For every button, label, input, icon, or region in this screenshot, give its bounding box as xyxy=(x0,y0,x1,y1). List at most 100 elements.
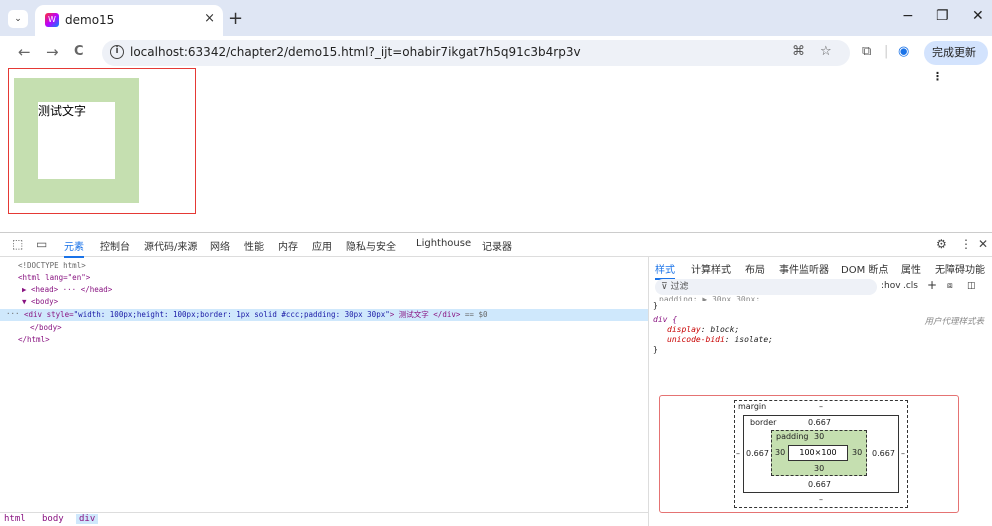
back-button[interactable]: ← xyxy=(18,43,31,61)
styles-tab-layout[interactable]: 布局 xyxy=(745,261,765,276)
styles-tab-dom-breakpoints[interactable]: DOM 断点 xyxy=(841,261,888,276)
partial-rule-close: } xyxy=(653,301,658,310)
devtools-menu-icon[interactable]: ⋮ xyxy=(960,237,972,251)
devtools-panel: ⬚ ▭ 元素 控制台 源代码/来源 网络 性能 内存 应用 隐私与安全 Ligh… xyxy=(0,232,992,526)
styles-pane: 样式 计算样式 布局 事件监听器 DOM 断点 属性 无障碍功能 ⊽ 过滤 :h… xyxy=(648,257,992,526)
devtools-tab-application[interactable]: 应用 xyxy=(312,238,332,253)
cls-toggle[interactable]: .cls xyxy=(903,281,918,291)
device-toolbar-icon[interactable]: ▭ xyxy=(36,237,47,251)
decl-prop-unicode-bidi: unicode-bidi xyxy=(667,335,725,344)
tab-search-dropdown[interactable]: ⌄ xyxy=(8,10,28,28)
breadcrumb: html body div xyxy=(0,512,648,526)
devtools-close-icon[interactable]: ✕ xyxy=(978,237,988,251)
demo-text: 测试文字 xyxy=(38,104,87,118)
rule-close: } xyxy=(653,345,658,354)
rule-declaration[interactable]: unicode-bidi: isolate; xyxy=(667,335,773,344)
tab-title: demo15 xyxy=(65,13,115,27)
breadcrumb-div[interactable]: div xyxy=(76,514,99,524)
element-state-icon[interactable]: ⧈ xyxy=(947,281,953,291)
styles-tab-styles[interactable]: 样式 xyxy=(655,261,675,280)
padding-left[interactable]: 30 xyxy=(775,448,785,457)
dom-html-open[interactable]: <html lang="en"> xyxy=(18,273,90,282)
margin-left[interactable]: – xyxy=(736,449,740,458)
styles-tabs: 样式 计算样式 布局 事件监听器 DOM 断点 属性 无障碍功能 xyxy=(649,257,992,280)
devtools-tab-lighthouse[interactable]: Lighthouse xyxy=(416,238,471,249)
devtools-tab-memory[interactable]: 内存 xyxy=(278,238,298,253)
border-left[interactable]: 0.667 xyxy=(746,449,769,458)
padding-top[interactable]: 30 xyxy=(814,432,824,441)
new-tab-button[interactable]: + xyxy=(228,8,243,29)
margin-label: margin xyxy=(738,402,767,411)
demo-div-padding: 测试文字 xyxy=(14,78,139,203)
devtools-tab-recorder[interactable]: 记录器 xyxy=(482,238,512,253)
devtools-tab-network[interactable]: 网络 xyxy=(210,238,230,253)
padding-bottom[interactable]: 30 xyxy=(814,464,824,473)
reload-button[interactable]: C xyxy=(74,44,84,59)
margin-top[interactable]: – xyxy=(819,402,823,411)
devtools-tab-console[interactable]: 控制台 xyxy=(100,238,130,253)
styles-tab-event-listeners[interactable]: 事件监听器 xyxy=(779,261,829,276)
update-label: 完成更新 xyxy=(932,46,976,59)
translate-icon[interactable]: ⌘ xyxy=(792,44,805,59)
bookmark-star-icon[interactable]: ☆ xyxy=(820,44,832,59)
devtools-tab-performance[interactable]: 性能 xyxy=(244,238,264,253)
demo-div-content: 测试文字 xyxy=(38,102,115,179)
update-button[interactable]: 完成更新 ⋮ xyxy=(924,41,988,83)
styles-tab-computed[interactable]: 计算样式 xyxy=(691,261,731,276)
dom-body-open[interactable]: ▼ <body> xyxy=(22,297,58,306)
new-style-rule-button[interactable]: + xyxy=(927,278,937,292)
decl-value-display: block; xyxy=(710,325,740,334)
webstorm-favicon-icon: W xyxy=(45,13,59,27)
restore-button[interactable]: ❐ xyxy=(936,8,949,24)
border-label: border xyxy=(750,418,777,427)
border-top[interactable]: 0.667 xyxy=(808,418,831,427)
settings-gear-icon[interactable]: ⚙ xyxy=(936,237,947,251)
partial-rule-line: padding: ▶ 30px 30px; xyxy=(659,295,761,301)
devtools-tab-privacy[interactable]: 隐私与安全 xyxy=(346,238,396,253)
tab-bar: ⌄ W demo15 × + − ❐ ✕ xyxy=(0,0,992,36)
styles-filter-input[interactable]: ⊽ 过滤 xyxy=(655,279,877,295)
border-right[interactable]: 0.667 xyxy=(872,449,895,458)
close-window-button[interactable]: ✕ xyxy=(972,8,984,24)
box-model-padding[interactable]: padding 30 30 30 30 100×100 xyxy=(771,430,867,476)
box-model-content[interactable]: 100×100 xyxy=(788,445,848,461)
styles-tab-accessibility[interactable]: 无障碍功能 xyxy=(935,261,985,276)
browser-tab-demo15[interactable]: W demo15 × xyxy=(35,5,223,36)
dom-doctype[interactable]: <!DOCTYPE html> xyxy=(18,261,86,270)
breadcrumb-html[interactable]: html xyxy=(4,514,26,524)
styles-tab-properties[interactable]: 属性 xyxy=(901,261,921,276)
devtools-tab-sources[interactable]: 源代码/来源 xyxy=(144,238,197,253)
dom-div-selected[interactable]: ··· <div style="width: 100px;height: 100… xyxy=(0,309,648,321)
breadcrumb-body[interactable]: body xyxy=(42,514,64,524)
margin-bottom[interactable]: – xyxy=(819,495,823,504)
dom-body-close[interactable]: </body> xyxy=(30,323,62,332)
dom-head[interactable]: ▶ <head> ··· </head> xyxy=(22,285,112,294)
rule-selector[interactable]: div { xyxy=(653,315,677,324)
profile-icon[interactable]: ◉ xyxy=(898,44,909,59)
hov-toggle[interactable]: :hov xyxy=(881,281,901,291)
padding-label: padding xyxy=(776,432,809,441)
filter-placeholder: 过滤 xyxy=(670,282,689,292)
dom-html-close[interactable]: </html> xyxy=(18,335,50,344)
forward-button[interactable]: → xyxy=(46,43,59,61)
border-bottom[interactable]: 0.667 xyxy=(808,480,831,489)
box-model-border[interactable]: border 0.667 0.667 0.667 0.667 padding 3… xyxy=(743,415,899,493)
dom-dots[interactable]: ··· xyxy=(6,309,20,318)
rule-declaration[interactable]: display: block; xyxy=(667,325,739,334)
box-model-margin[interactable]: margin – – – – border 0.667 0.667 0.667 … xyxy=(734,400,908,508)
url-text[interactable]: localhost:63342/chapter2/demo15.html?_ij… xyxy=(130,45,581,59)
omnibox[interactable]: i localhost:63342/chapter2/demo15.html?_… xyxy=(102,40,850,66)
rule-source: 用户代理样式表 xyxy=(924,317,984,327)
computed-sidebar-icon[interactable]: ◫ xyxy=(967,281,976,291)
extensions-icon[interactable]: ⧉ xyxy=(862,44,871,59)
padding-right[interactable]: 30 xyxy=(852,448,862,457)
devtools-tab-elements[interactable]: 元素 xyxy=(64,238,84,258)
margin-right[interactable]: – xyxy=(901,449,905,458)
inspect-element-icon[interactable]: ⬚ xyxy=(12,237,23,251)
box-model-panel: margin – – – – border 0.667 0.667 0.667 … xyxy=(659,395,959,513)
elements-tree: <!DOCTYPE html> <html lang="en"> ▶ <head… xyxy=(0,257,648,512)
minimize-button[interactable]: − xyxy=(902,8,914,24)
site-info-icon[interactable]: i xyxy=(110,45,124,59)
decl-value-unicode-bidi: isolate; xyxy=(734,335,773,344)
tab-close-icon[interactable]: × xyxy=(204,11,215,26)
